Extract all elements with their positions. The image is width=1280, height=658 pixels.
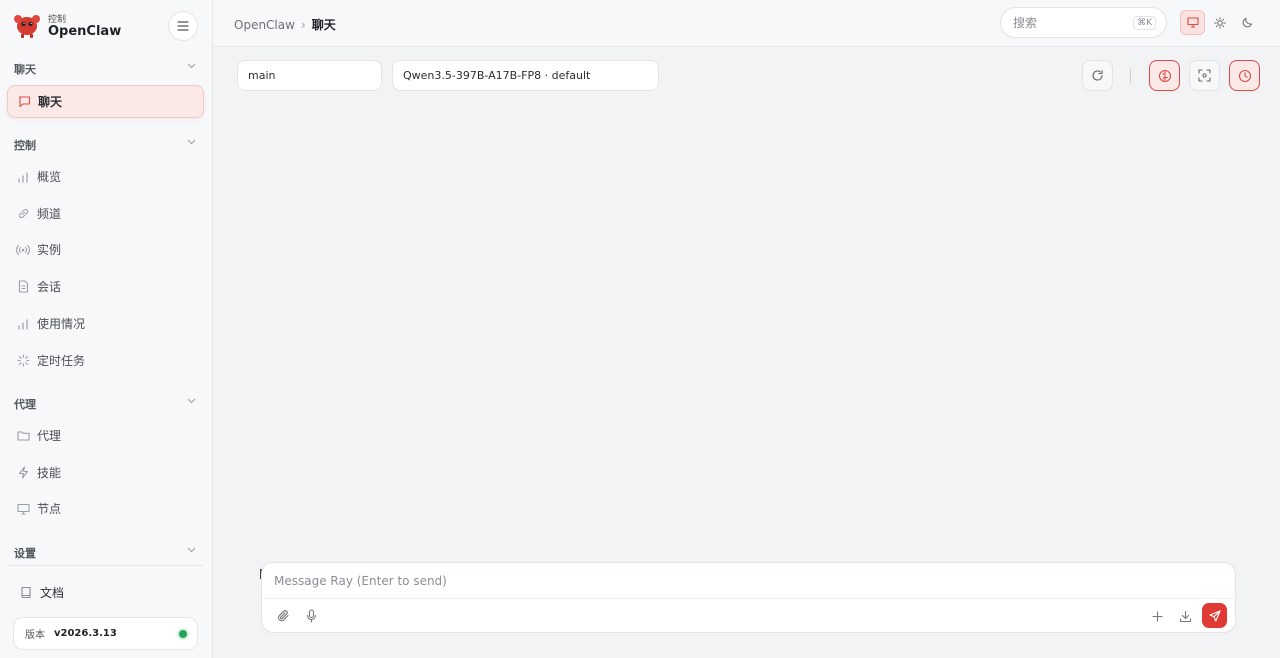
monitor-icon	[1186, 17, 1199, 28]
sidebar-item-label: 概览	[37, 170, 62, 184]
sidebar-item-label: 定时任务	[37, 354, 86, 368]
sidebar-toggle-button[interactable]	[168, 11, 198, 41]
thinking-toggle-button[interactable]	[1149, 60, 1180, 91]
section-settings-header[interactable]: 设置	[14, 545, 196, 561]
menu-icon	[177, 21, 189, 31]
scan-icon	[1198, 69, 1211, 82]
sidebar-item-chat[interactable]: 聊天	[7, 85, 204, 118]
message-composer	[261, 562, 1236, 633]
chevron-down-icon	[187, 398, 196, 404]
bar-chart-icon	[16, 317, 30, 331]
section-label: 控制	[14, 139, 36, 152]
session-select-value: main	[248, 69, 276, 82]
theme-dark-button[interactable]	[1235, 10, 1260, 35]
section-control-header[interactable]: 控制	[14, 137, 196, 153]
link-icon	[16, 207, 30, 221]
history-button[interactable]	[1229, 60, 1260, 91]
send-button[interactable]	[1202, 603, 1227, 628]
clock-icon	[1238, 69, 1251, 82]
chevron-down-icon	[187, 139, 196, 145]
theme-switcher	[1179, 10, 1261, 36]
sidebar-divider	[7, 565, 204, 566]
sidebar-item-label: 代理	[37, 429, 62, 443]
toolbar-separator	[1130, 69, 1131, 83]
sidebar-docs-link[interactable]: 文档	[20, 583, 64, 601]
section-chat-header[interactable]: 聊天	[14, 61, 196, 77]
status-dot-icon	[179, 630, 187, 638]
export-button[interactable]	[1174, 605, 1196, 627]
sidebar-item-label: 聊天	[38, 95, 63, 109]
chevron-down-icon	[187, 547, 196, 553]
sidebar-item-channels[interactable]: 频道	[7, 197, 204, 230]
document-icon	[16, 280, 30, 294]
focus-mode-button[interactable]	[1189, 60, 1220, 91]
app-window: 控制 OpenClaw 聊天 聊天 控制 概览 频道 实例 会话 使用情况 定时…	[0, 0, 1280, 658]
sidebar-item-label: 技能	[37, 466, 62, 480]
message-input[interactable]	[262, 563, 1235, 599]
sidebar-item-nodes[interactable]: 节点	[7, 492, 204, 525]
download-icon	[1179, 610, 1191, 622]
search-placeholder: 搜索	[1013, 16, 1038, 30]
section-agents-header[interactable]: 代理	[14, 396, 196, 412]
section-label: 聊天	[14, 63, 36, 76]
sun-icon	[1213, 16, 1226, 29]
plus-icon	[1151, 610, 1163, 622]
section-label: 设置	[14, 547, 36, 560]
brand-name: OpenClaw	[48, 24, 122, 39]
chevron-down-icon	[187, 63, 196, 69]
theme-system-button[interactable]	[1180, 10, 1205, 35]
sidebar-item-label: 实例	[37, 243, 62, 257]
sidebar-item-label: 频道	[37, 207, 62, 221]
breadcrumb: OpenClaw › 聊天	[234, 16, 336, 33]
version-value: v2026.3.13	[54, 628, 117, 639]
sidebar: 控制 OpenClaw 聊天 聊天 控制 概览 频道 实例 会话 使用情况 定时…	[0, 0, 213, 658]
search-shortcut-hint: ⌘K	[1133, 16, 1156, 30]
sidebar-item-label: 使用情况	[37, 317, 86, 331]
sidebar-item-label: 会话	[37, 280, 62, 294]
sidebar-item-usage[interactable]: 使用情况	[7, 307, 204, 340]
monitor-icon	[16, 502, 30, 516]
topbar: OpenClaw › 聊天 搜索 ⌘K	[213, 0, 1280, 47]
attach-button[interactable]	[272, 605, 294, 627]
model-select[interactable]: Qwen3.5-397B-A17B-FP8 · default	[392, 60, 659, 91]
sidebar-item-sessions[interactable]: 会话	[7, 270, 204, 303]
voice-input-button[interactable]	[300, 605, 322, 627]
brain-icon	[1158, 69, 1171, 82]
broadcast-icon	[16, 243, 30, 257]
bolt-icon	[16, 466, 30, 480]
folder-icon	[16, 429, 30, 443]
session-select[interactable]: main	[237, 60, 382, 91]
microphone-icon	[306, 609, 316, 623]
sidebar-item-skills[interactable]: 技能	[7, 456, 204, 489]
sidebar-item-overview[interactable]: 概览	[7, 160, 204, 193]
version-label: 版本	[25, 630, 45, 641]
bar-chart-icon	[16, 170, 30, 184]
message-icon	[17, 95, 31, 109]
new-chat-button[interactable]	[1146, 605, 1168, 627]
breadcrumb-current: 聊天	[311, 18, 336, 32]
send-icon	[1208, 609, 1221, 622]
sidebar-item-scheduled-tasks[interactable]: 定时任务	[7, 344, 204, 377]
breadcrumb-root[interactable]: OpenClaw	[234, 18, 295, 32]
refresh-icon	[1092, 69, 1103, 81]
paperclip-icon	[277, 610, 289, 622]
model-select-value: Qwen3.5-397B-A17B-FP8 · default	[403, 69, 591, 82]
loader-icon	[16, 354, 30, 368]
refresh-button[interactable]	[1082, 60, 1113, 91]
sidebar-item-instances[interactable]: 实例	[7, 233, 204, 266]
search-input[interactable]: 搜索 ⌘K	[1000, 7, 1167, 38]
book-icon	[20, 586, 32, 599]
sidebar-item-agents[interactable]: 代理	[7, 419, 204, 452]
version-info: 版本 v2026.3.13	[13, 617, 198, 650]
breadcrumb-separator: ›	[300, 17, 306, 32]
sidebar-item-label: 节点	[37, 502, 62, 516]
theme-light-button[interactable]	[1207, 10, 1232, 35]
section-label: 代理	[14, 398, 36, 411]
docs-label: 文档	[40, 585, 65, 600]
lobster-logo-icon	[14, 15, 40, 38]
moon-icon	[1242, 18, 1252, 28]
